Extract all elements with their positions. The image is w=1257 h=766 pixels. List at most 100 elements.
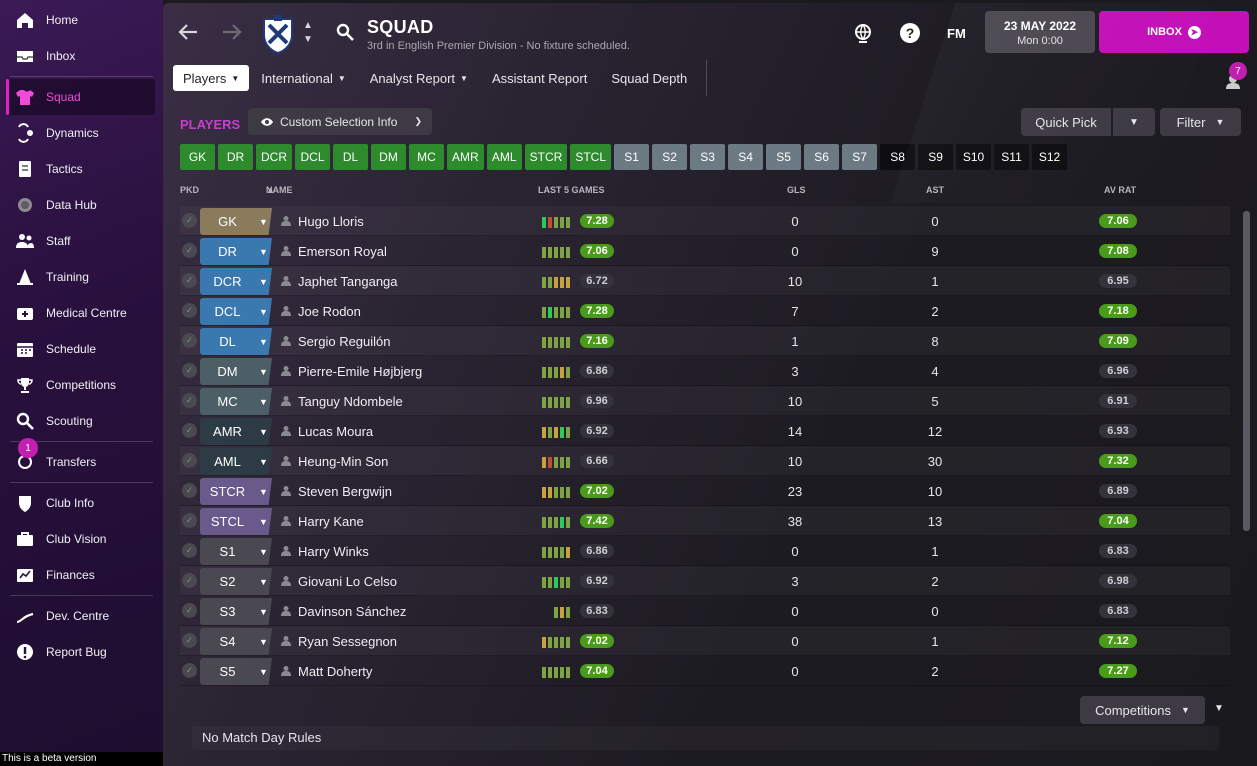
help-button[interactable]: ? — [900, 23, 920, 43]
table-row[interactable]: ✓ DM ▼ Pierre-Emile Højbjerg 6.86 3 4 6.96 — [180, 356, 1230, 386]
sidebar-item-schedule[interactable]: Schedule — [0, 331, 163, 367]
filter-button[interactable]: Filter ▼ — [1160, 108, 1241, 136]
player-name[interactable]: Harry Kane — [298, 514, 364, 529]
quick-pick-button[interactable]: Quick Pick — [1021, 108, 1111, 136]
position-chip-dr[interactable]: DR — [218, 144, 253, 170]
col-ast[interactable]: AST — [926, 185, 944, 195]
selection-check-icon[interactable]: ✓ — [182, 333, 197, 348]
player-name[interactable]: Tanguy Ndombele — [298, 394, 403, 409]
tab-assistant-report[interactable]: Assistant Report — [480, 65, 599, 91]
match-day-rules[interactable]: No Match Day Rules — [192, 726, 1219, 750]
position-chip-s6[interactable]: S6 — [804, 144, 840, 170]
sidebar-item-finances[interactable]: Finances — [0, 557, 163, 593]
inbox-continue-button[interactable]: INBOX ➤ — [1099, 11, 1249, 53]
col-avrat[interactable]: AV RAT — [1104, 185, 1136, 195]
table-row[interactable]: ✓ AML ▼ Heung-Min Son 6.66 10 30 7.32 — [180, 446, 1230, 476]
table-row[interactable]: ✓ DL ▼ Sergio Reguilón 7.16 1 8 7.09 — [180, 326, 1230, 356]
position-selector[interactable]: MC ▼ — [200, 388, 272, 415]
selection-check-icon[interactable]: ✓ — [182, 273, 197, 288]
selection-check-icon[interactable]: ✓ — [182, 453, 197, 468]
forward-button[interactable] — [221, 21, 243, 49]
selection-check-icon[interactable]: ✓ — [182, 483, 197, 498]
sidebar-item-tactics[interactable]: Tactics — [0, 151, 163, 187]
position-selector[interactable]: S1 ▼ — [200, 538, 272, 565]
position-selector[interactable]: DL ▼ — [200, 328, 272, 355]
selection-check-icon[interactable]: ✓ — [182, 303, 197, 318]
sidebar-item-dynamics[interactable]: Dynamics — [0, 115, 163, 151]
position-selector[interactable]: S2 ▼ — [200, 568, 272, 595]
col-pkd[interactable]: PKD — [180, 185, 199, 195]
position-chip-s3[interactable]: S3 — [690, 144, 726, 170]
player-name[interactable]: Steven Bergwijn — [298, 484, 392, 499]
table-row[interactable]: ✓ STCL ▼ Harry Kane 7.42 38 13 7.04 — [180, 506, 1230, 536]
position-selector[interactable]: S5 ▼ — [200, 658, 272, 685]
position-chip-s7[interactable]: S7 — [842, 144, 878, 170]
position-selector[interactable]: STCL ▼ — [200, 508, 272, 535]
tab-players[interactable]: Players ▼ — [173, 65, 250, 91]
position-chip-mc[interactable]: MC — [409, 144, 444, 170]
club-badge[interactable] — [261, 15, 295, 55]
selection-check-icon[interactable]: ✓ — [182, 513, 197, 528]
world-button[interactable] — [853, 23, 873, 46]
sidebar-item-dev-centre[interactable]: Dev. Centre — [0, 598, 163, 634]
tab-squad-depth[interactable]: Squad Depth — [599, 65, 699, 91]
position-chip-s5[interactable]: S5 — [766, 144, 802, 170]
position-chip-s4[interactable]: S4 — [728, 144, 764, 170]
position-chip-aml[interactable]: AML — [486, 144, 522, 170]
table-row[interactable]: ✓ DCL ▼ Joe Rodon 7.28 7 2 7.18 — [180, 296, 1230, 326]
sidebar-item-competitions[interactable]: Competitions — [0, 367, 163, 403]
position-chip-s10[interactable]: S10 — [956, 144, 992, 170]
table-scrollbar[interactable] — [1243, 211, 1250, 531]
table-row[interactable]: ✓ S2 ▼ Giovani Lo Celso 6.92 3 2 6.98 — [180, 566, 1230, 596]
sidebar-item-training[interactable]: Training — [0, 259, 163, 295]
custom-selection-dropdown[interactable]: Custom Selection Info ❯ — [248, 108, 432, 135]
back-button[interactable] — [177, 21, 199, 49]
selection-check-icon[interactable]: ✓ — [182, 633, 197, 648]
position-chip-s12[interactable]: S12 — [1032, 144, 1068, 170]
player-name[interactable]: Sergio Reguilón — [298, 334, 391, 349]
table-row[interactable]: ✓ S1 ▼ Harry Winks 6.86 0 1 6.83 — [180, 536, 1230, 566]
player-name[interactable]: Emerson Royal — [298, 244, 387, 259]
selection-check-icon[interactable]: ✓ — [182, 393, 197, 408]
sidebar-item-staff[interactable]: Staff — [0, 223, 163, 259]
search-button[interactable] — [336, 23, 354, 44]
sidebar-item-scouting[interactable]: Scouting — [0, 403, 163, 439]
table-row[interactable]: ✓ AMR ▼ Lucas Moura 6.92 14 12 6.93 — [180, 416, 1230, 446]
position-selector[interactable]: DM ▼ — [200, 358, 272, 385]
sidebar-item-inbox[interactable]: Inbox — [0, 38, 163, 74]
date-display[interactable]: 23 MAY 2022 Mon 0:00 — [985, 11, 1095, 53]
position-chip-s11[interactable]: S11 — [994, 144, 1030, 170]
position-selector[interactable]: DCL ▼ — [200, 298, 272, 325]
position-chip-s1[interactable]: S1 — [614, 144, 650, 170]
position-selector[interactable]: GK ▼ — [200, 208, 272, 235]
col-last5[interactable]: LAST 5 GAMES — [538, 185, 605, 195]
quick-pick-dropdown[interactable]: ▼ — [1113, 108, 1155, 136]
position-chip-gk[interactable]: GK — [180, 144, 215, 170]
position-chip-amr[interactable]: AMR — [447, 144, 484, 170]
position-chip-stcr[interactable]: STCR — [524, 144, 568, 170]
sidebar-item-data-hub[interactable]: Data Hub — [0, 187, 163, 223]
table-row[interactable]: ✓ DR ▼ Emerson Royal 7.06 0 9 7.08 — [180, 236, 1230, 266]
position-chip-s9[interactable]: S9 — [918, 144, 954, 170]
tab-international[interactable]: International ▼ — [249, 65, 357, 91]
position-selector[interactable]: S4 ▼ — [200, 628, 272, 655]
position-selector[interactable]: AML ▼ — [200, 448, 272, 475]
selection-check-icon[interactable]: ✓ — [182, 243, 197, 258]
sidebar-item-club-info[interactable]: Club Info — [0, 485, 163, 521]
position-selector[interactable]: AMR ▼ — [200, 418, 272, 445]
sidebar-item-medical-centre[interactable]: Medical Centre — [0, 295, 163, 331]
position-selector[interactable]: DR ▼ — [200, 238, 272, 265]
selection-check-icon[interactable]: ✓ — [182, 363, 197, 378]
table-row[interactable]: ✓ S4 ▼ Ryan Sessegnon 7.02 0 1 7.12 — [180, 626, 1230, 656]
selection-check-icon[interactable]: ✓ — [182, 603, 197, 618]
table-row[interactable]: ✓ STCR ▼ Steven Bergwijn 7.02 23 10 6.89 — [180, 476, 1230, 506]
player-name[interactable]: Ryan Sessegnon — [298, 634, 397, 649]
player-name[interactable]: Japhet Tanganga — [298, 274, 398, 289]
people-button[interactable]: 7 — [1223, 62, 1247, 92]
position-chip-dcl[interactable]: DCL — [295, 144, 330, 170]
player-name[interactable]: Lucas Moura — [298, 424, 373, 439]
selection-check-icon[interactable]: ✓ — [182, 543, 197, 558]
player-name[interactable]: Harry Winks — [298, 544, 369, 559]
player-name[interactable]: Hugo Lloris — [298, 214, 364, 229]
selection-check-icon[interactable]: ✓ — [182, 663, 197, 678]
